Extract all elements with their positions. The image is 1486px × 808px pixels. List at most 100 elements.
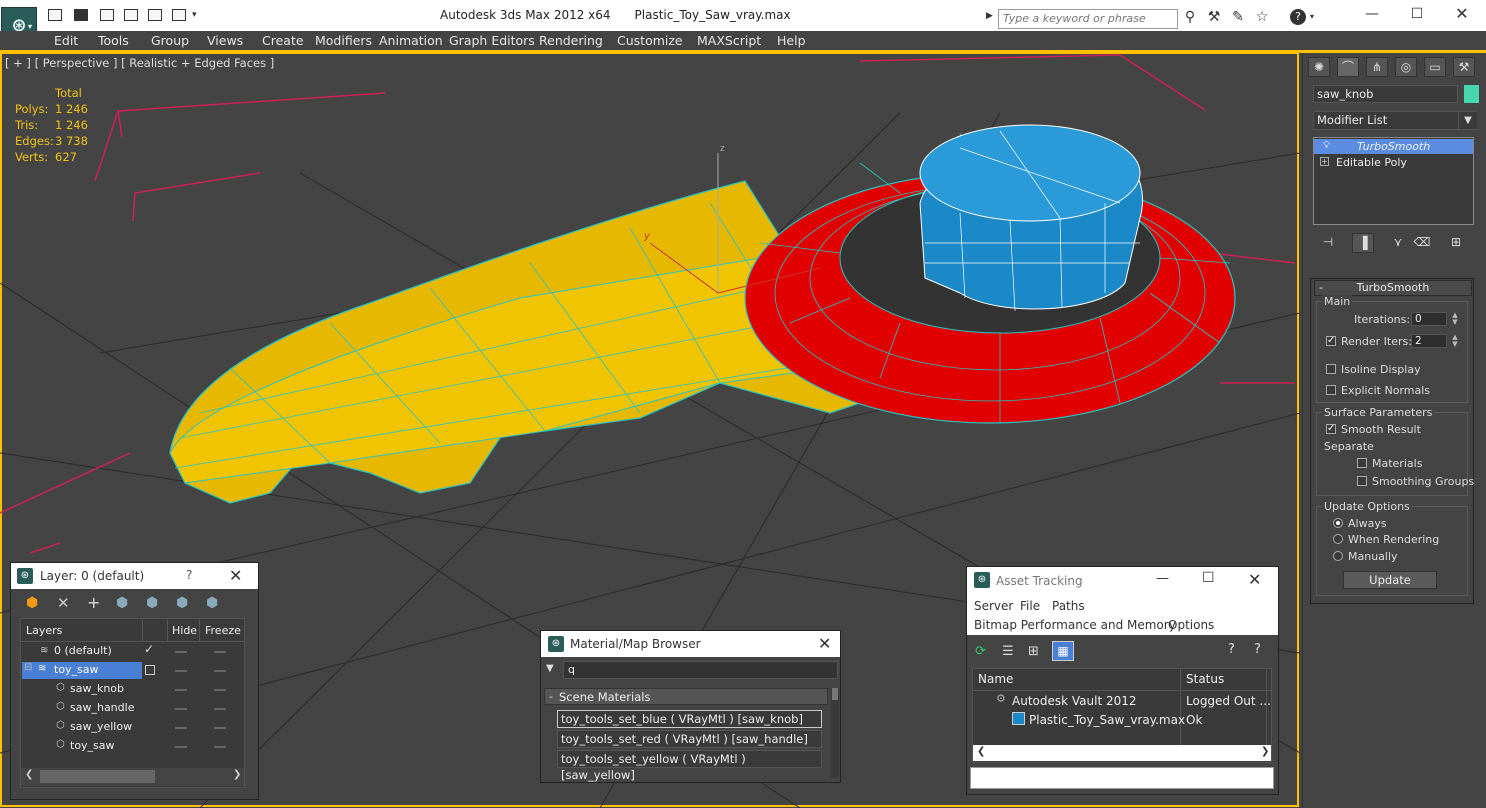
menu-animation[interactable]: Animation — [379, 33, 443, 48]
close-icon[interactable]: ✕ — [229, 566, 242, 585]
menu-edit[interactable]: Edit — [54, 33, 78, 48]
layer-object-saw-yellow[interactable]: saw_yellow — [70, 720, 132, 733]
menu-file[interactable]: File — [1020, 599, 1040, 613]
freeze-all-icon[interactable]: ⬢ — [206, 595, 218, 611]
minimize-icon[interactable]: — — [1156, 571, 1169, 586]
options-dropdown-icon[interactable]: ▼ — [546, 663, 554, 674]
add-to-layer-icon[interactable]: + — [87, 593, 100, 612]
refresh-icon[interactable]: ⟳ — [975, 644, 986, 659]
layer-object-saw-knob[interactable]: saw_knob — [70, 682, 124, 695]
help-icon[interactable]: ? — [186, 568, 192, 582]
hide-toggle[interactable] — [175, 727, 187, 729]
material-item[interactable]: toy_tools_set_red ( VRayMtl ) [saw_handl… — [557, 730, 822, 748]
collapse-minus-icon[interactable]: - — [549, 690, 553, 703]
scroll-left-icon[interactable]: ❮ — [25, 769, 33, 780]
layer-row-toy-saw[interactable]: toy_saw — [54, 663, 99, 676]
highlight-layer-icon[interactable]: ⬢ — [146, 595, 158, 611]
chevron-down-icon[interactable]: ▼ — [1458, 112, 1477, 129]
context-help-icon[interactable]: ? — [1254, 642, 1261, 657]
column-freeze[interactable]: Freeze — [205, 624, 241, 637]
utilities-tab-icon[interactable]: ⚒ — [1453, 57, 1475, 77]
freeze-toggle[interactable] — [214, 708, 226, 710]
horizontal-scrollbar[interactable] — [973, 745, 1271, 761]
pin-stack-icon[interactable]: ⊣ — [1318, 233, 1338, 251]
search-input[interactable]: Type a keyword or phrase — [998, 9, 1178, 29]
scroll-left-icon[interactable]: ❮ — [977, 746, 985, 757]
binoculars-icon[interactable]: ⚲ — [1182, 9, 1198, 25]
help-dropdown-icon[interactable]: ▾ — [1310, 12, 1314, 21]
menu-rendering[interactable]: Rendering — [539, 33, 603, 48]
scrollbar-thumb[interactable] — [40, 770, 155, 783]
object-name-field[interactable]: saw_knob — [1313, 85, 1458, 103]
menu-graph-editors[interactable]: Graph Editors — [449, 33, 535, 48]
asset-path-field[interactable] — [970, 767, 1274, 789]
subscription-icon[interactable]: ⚒ — [1206, 9, 1222, 25]
scroll-right-icon[interactable]: ❯ — [233, 769, 241, 780]
menu-tools[interactable]: Tools — [98, 33, 129, 48]
smoothing-groups-checkbox[interactable] — [1357, 476, 1367, 486]
vertical-scrollbar[interactable] — [831, 688, 839, 778]
material-item[interactable]: toy_tools_set_blue ( VRayMtl ) [saw_knob… — [557, 710, 822, 728]
current-layer-box-icon[interactable] — [145, 665, 155, 675]
menu-create[interactable]: Create — [262, 33, 304, 48]
manually-radio[interactable] — [1333, 551, 1343, 561]
explicit-normals-checkbox[interactable] — [1326, 385, 1336, 395]
menu-group[interactable]: Group — [151, 33, 189, 48]
display-tab-icon[interactable]: ▭ — [1424, 57, 1446, 77]
create-layer-icon[interactable]: ⬢ — [26, 595, 38, 611]
menu-options[interactable]: Options — [1168, 618, 1214, 632]
create-tab-icon[interactable]: ✺ — [1308, 57, 1330, 77]
menu-maxscript[interactable]: MAXScript — [697, 33, 761, 48]
freeze-toggle[interactable] — [214, 670, 226, 672]
hold-icon[interactable] — [148, 9, 162, 21]
when-rendering-radio[interactable] — [1333, 534, 1343, 544]
material-search-input[interactable]: q — [563, 661, 838, 679]
isoline-display-checkbox[interactable] — [1326, 364, 1336, 374]
freeze-toggle[interactable] — [214, 689, 226, 691]
hide-all-icon[interactable]: ⬢ — [176, 595, 188, 611]
table-view-icon[interactable]: ▦ — [1052, 641, 1074, 661]
hide-toggle[interactable] — [175, 670, 187, 672]
hierarchy-tab-icon[interactable]: ⋔ — [1366, 57, 1388, 77]
modifier-list-dropdown[interactable]: Modifier List — [1313, 111, 1477, 130]
search-expand-icon[interactable]: ▶ — [986, 11, 993, 21]
motion-tab-icon[interactable]: ◎ — [1395, 57, 1417, 77]
collapse-icon[interactable]: ⊟ — [24, 662, 32, 673]
asset-row-max-file[interactable]: Plastic_Toy_Saw_vray.max — [1029, 713, 1185, 727]
help-icon[interactable]: ? — [1228, 642, 1235, 657]
render-iters-spinner[interactable]: 2 — [1411, 334, 1447, 348]
freeze-toggle[interactable] — [214, 746, 226, 748]
maximize-icon[interactable]: ☐ — [1402, 5, 1432, 23]
freeze-toggle[interactable] — [214, 727, 226, 729]
help-icon[interactable]: ? — [1290, 9, 1306, 25]
rollout-header[interactable]: - TurboSmooth — [1314, 280, 1472, 296]
iterations-spinner[interactable]: 0 — [1411, 312, 1447, 326]
freeze-toggle[interactable] — [214, 651, 226, 653]
menu-modifiers[interactable]: Modifiers — [315, 33, 372, 48]
fetch-icon[interactable] — [172, 9, 186, 21]
favorites-star-icon[interactable]: ☆ — [1254, 9, 1270, 25]
minimize-icon[interactable]: — — [1357, 5, 1387, 23]
hide-toggle[interactable] — [175, 651, 187, 653]
hide-toggle[interactable] — [175, 746, 187, 748]
material-item[interactable]: toy_tools_set_yellow ( VRayMtl ) [saw_ye… — [557, 750, 822, 782]
smooth-result-checkbox[interactable]: ✓ — [1326, 424, 1336, 434]
modify-tab-icon[interactable]: ⌒ — [1337, 57, 1359, 77]
hide-toggle[interactable] — [175, 689, 187, 691]
asset-row-vault[interactable]: Autodesk Vault 2012 — [1012, 694, 1137, 708]
layer-object-toy-saw[interactable]: toy_saw — [70, 739, 115, 752]
column-name[interactable]: Name — [978, 672, 1013, 686]
list-view-icon[interactable]: ☰ — [1002, 644, 1014, 659]
layer-object-saw-handle[interactable]: saw_handle — [70, 701, 134, 714]
current-layer-check-icon[interactable]: ✓ — [144, 642, 154, 656]
remove-modifier-icon[interactable]: ⌫ — [1412, 233, 1432, 251]
configure-sets-icon[interactable]: ⊞ — [1446, 233, 1466, 251]
communication-icon[interactable]: ✎ — [1230, 9, 1246, 25]
scrollbar-thumb[interactable] — [832, 688, 838, 700]
always-radio[interactable] — [1333, 518, 1343, 528]
close-icon[interactable]: ✕ — [1248, 570, 1261, 589]
layer-row-default[interactable]: 0 (default) — [54, 644, 112, 657]
menu-help[interactable]: Help — [777, 33, 806, 48]
spinner-arrows-icon[interactable]: ▲ ▼ — [1450, 334, 1460, 348]
lightbulb-icon[interactable]: 💡︎ — [1323, 140, 1330, 151]
